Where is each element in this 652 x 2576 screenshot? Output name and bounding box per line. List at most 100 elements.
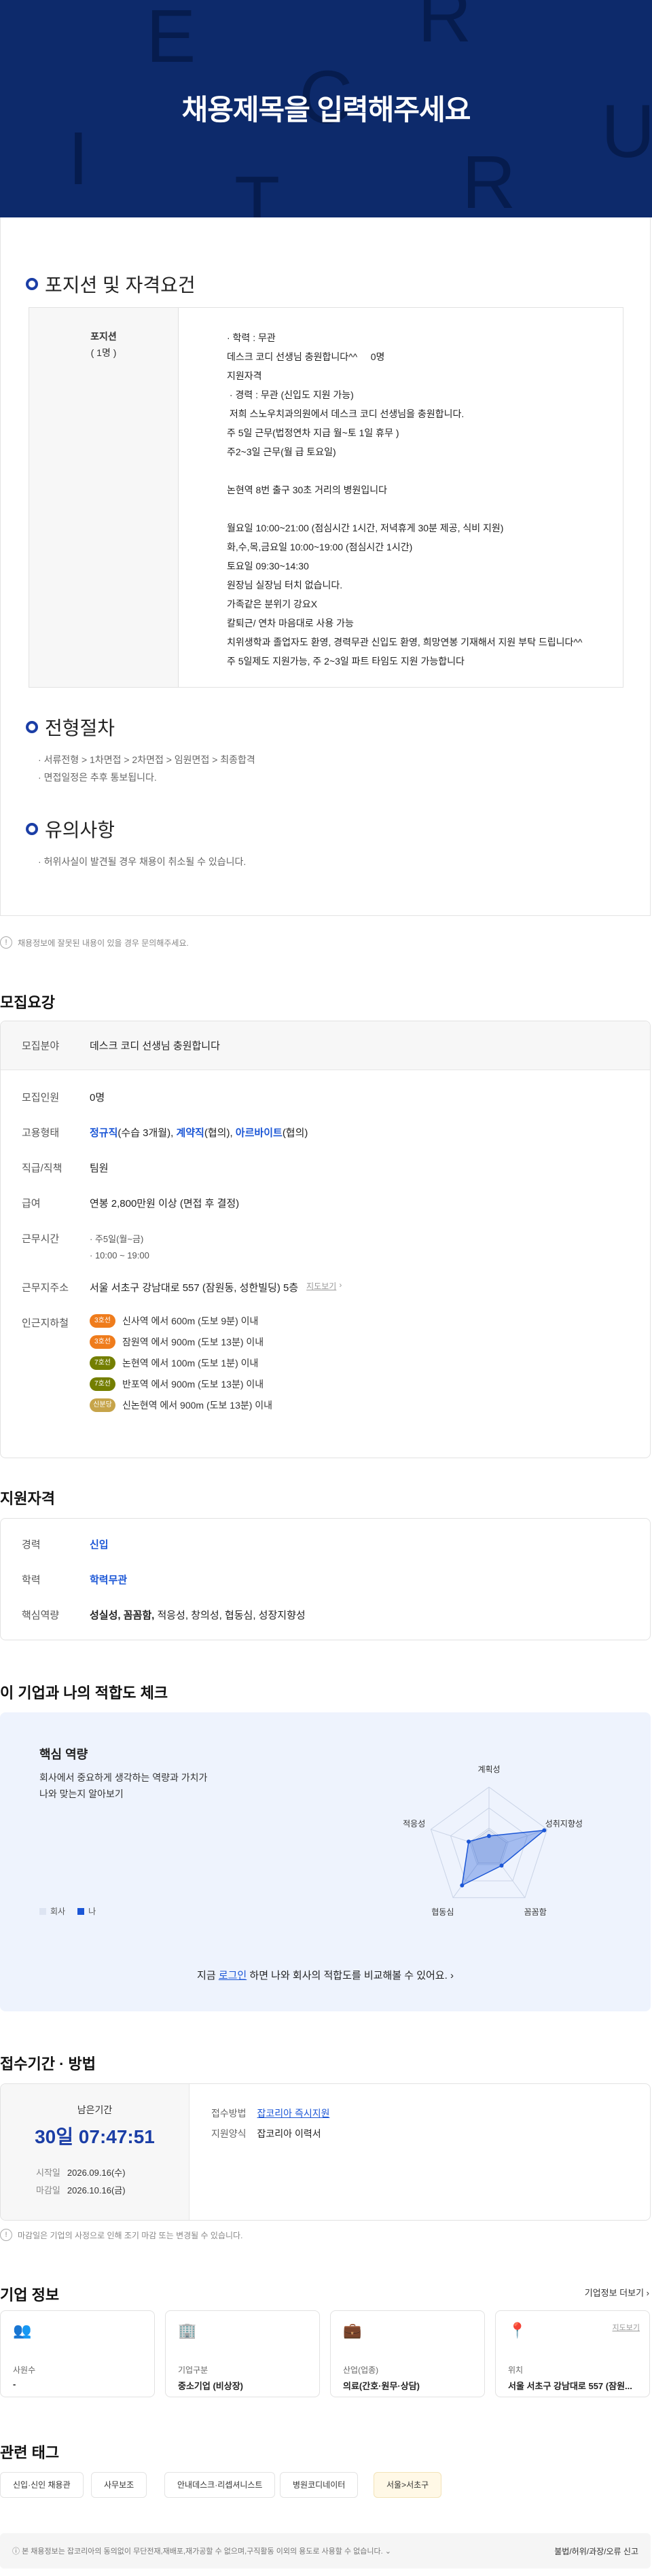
tag-chip[interactable]: 사무보조 (91, 2472, 147, 2498)
fit-box: 핵심 역량 회사에서 중요하게 생각하는 역량과 가치가 나와 맞는지 알아보기 … (0, 1712, 651, 2011)
company-card-label: 위치 (508, 2365, 524, 2375)
subway-station: 7호선 반포역 에서 900m (도보 13분) 이내 (90, 1377, 264, 1391)
tag-chip[interactable]: 안내데스크·리셉셔니스트 (164, 2472, 276, 2498)
company-more-text: 기업정보 더보기 (584, 2288, 645, 2298)
subway-line-badge: 신분당 (90, 1398, 115, 1412)
method-link[interactable]: 잡코리아 즉시지원 (257, 2108, 330, 2119)
recruit-type: 고용형태 정규직(수습 3개월), 계약직(협의), 아르바이트(협의) (22, 1125, 308, 1140)
label: 학력 (22, 1574, 41, 1586)
company-card: 👥 사원수 - (0, 2310, 155, 2397)
radar-point-me (542, 1828, 547, 1833)
form-label: 지원양식 (211, 2128, 247, 2139)
qual-edu: 학력 학력무관 (22, 1572, 127, 1587)
page-title: 채용제목을 입력해주세요 (181, 94, 471, 126)
hero-bg-letter: R (462, 141, 516, 217)
radar-axis-label: 성취지향성 (545, 1819, 583, 1829)
value: 학력무관 (90, 1574, 128, 1586)
apply-note: ! 마감일은 기업의 사정으로 인해 조기 마감 또는 변경될 수 있습니다. (0, 2229, 242, 2241)
hero-bg-letter: I (68, 117, 89, 200)
info-icon: ! (0, 936, 12, 949)
company-more-link[interactable]: 기업정보 더보기 › (585, 2286, 649, 2299)
type-note: (협의), (204, 1127, 236, 1139)
radar-point-me (467, 1839, 471, 1844)
company-card-label: 사원수 (13, 2365, 36, 2375)
building-icon: 🏢 (178, 2322, 197, 2339)
company-card: 💼 산업(업종) 의료(간호·원무·상담) (330, 2310, 485, 2397)
label: 고용형태 (22, 1127, 60, 1139)
chevron-right-icon: › (450, 1970, 454, 1981)
hero-banner: E R C U I T R 채용제목을 입력해주세요 (0, 0, 652, 217)
process-note-text: 면접일정은 추후 통보됩니다. (43, 772, 157, 783)
fit-desc: 회사에서 중요하게 생각하는 역량과 가치가 나와 맞는지 알아보기 (39, 1769, 207, 1802)
remain-label: 남은기간 (77, 2104, 113, 2115)
recruit-title: 모집요강 (0, 994, 55, 1011)
map-link[interactable]: 지도보기 (613, 2322, 640, 2333)
qual-skill: 핵심역량 성실성, 꼼꼼함, 적응성, 창의성, 협동심, 성장지향성 (22, 1608, 306, 1622)
tag-chip[interactable]: 서울>서초구 (374, 2472, 442, 2498)
legend-company: 회사 (50, 1907, 66, 1916)
section-title: 전형절차 (45, 718, 115, 739)
cta-post: 하면 나와 회사의 적합도를 비교해볼 수 있어요. (247, 1970, 448, 1981)
radar-point-me (499, 1863, 504, 1868)
bullet-icon (26, 721, 38, 733)
subway-station-text: 신논현역 에서 900m (도보 13분) 이내 (122, 1400, 273, 1411)
location-icon: 📍 (508, 2322, 527, 2339)
type-fulltime: 정규직 (90, 1127, 118, 1139)
label: 모집인원 (22, 1092, 60, 1104)
section-heading-process: 전형절차 (26, 713, 115, 741)
chevron-right-icon: › (339, 1280, 342, 1290)
cta-pre: 지금 (197, 1970, 219, 1981)
section-heading-caution: 유의사항 (26, 815, 115, 843)
login-link[interactable]: 로그인 (219, 1970, 247, 1981)
process-steps-text: 서류전형 > 1차면접 > 2차면접 > 임원면접 > 최종합격 (43, 754, 255, 765)
hero-bg-letter: E (146, 0, 196, 78)
report-note-text[interactable]: 채용정보에 잘못된 내용이 있을 경우 문의해주세요. (18, 937, 189, 949)
caution-text: · 허위사실이 발견될 경우 채용이 취소될 수 있습니다. (38, 856, 247, 867)
label: 직급/직책 (22, 1163, 62, 1174)
value: 연봉 2,800만원 이상 (면접 후 결정) (90, 1198, 240, 1210)
tag-chip[interactable]: 병원코디네이터 (280, 2472, 359, 2498)
radar-point-me (460, 1883, 465, 1888)
radar-axis-label: 계획성 (477, 1765, 500, 1774)
subway-station: 신분당 신논현역 에서 900m (도보 13분) 이내 (90, 1398, 272, 1412)
info-icon: ! (0, 2229, 12, 2241)
report-link[interactable]: 불법/허위/과장/오류 신고 (554, 2545, 638, 2557)
fit-desc-line: 나와 맞는지 알아보기 (39, 1788, 124, 1799)
fit-title: 이 기업과 나의 적합도 체크 (0, 1684, 168, 1701)
remain-value: 30일 07:47:51 (35, 2126, 155, 2147)
position-count: ( 1명 ) (90, 347, 117, 358)
subway-station: 7호선 논현역 에서 100m (도보 1분) 이내 (90, 1356, 258, 1370)
position-header: 포지션 ( 1명 ) (29, 308, 179, 687)
subway-station-text: 논현역 에서 100m (도보 1분) 이내 (122, 1358, 259, 1369)
fit-subtitle: 핵심 역량 (39, 1748, 88, 1761)
label: 모집분야 (22, 1040, 60, 1052)
position-name: 포지션 (90, 331, 117, 342)
subway-station-text: 반포역 에서 900m (도보 13분) 이내 (122, 1379, 264, 1390)
form-value: 잡코리아 이력서 (257, 2128, 321, 2139)
skill-bold: 성실성, 꼼꼼함, (90, 1610, 155, 1621)
tag-chip[interactable]: 신입·신인 채용관 (0, 2472, 84, 2498)
radar-axis-label: 협동심 (431, 1907, 454, 1917)
legend-swatch-company (39, 1907, 46, 1915)
apply-box: 남은기간 30일 07:47:51 시작일 2026.09.16(수) 마감일 20… (0, 2083, 651, 2221)
legend-swatch-me (77, 1907, 85, 1915)
subway-line-badge: 7호선 (90, 1377, 115, 1391)
value: 팀원 (90, 1163, 109, 1174)
value: 신입 (90, 1539, 109, 1551)
fit-legend: 회사 나 (39, 1905, 96, 1917)
company-card: 🏢 기업구분 중소기업 (비상장) (165, 2310, 320, 2397)
radar-point-me (487, 1834, 491, 1838)
section-title: 유의사항 (45, 819, 115, 841)
footer-notice: ⓘ 본 채용정보는 잡코리아의 동의없이 무단전재,재배포,재가공할 수 없으며… (12, 2547, 391, 2556)
label: 경력 (22, 1539, 41, 1551)
type-contract: 계약직 (176, 1127, 204, 1139)
recruit-count: 모집인원 0명 (22, 1090, 105, 1104)
company-title: 기업 정보 (0, 2287, 60, 2304)
time-days: 주5일(월~금) (94, 1234, 144, 1244)
section-heading-position: 포지션 및 자격요건 (26, 270, 196, 298)
hero-bg-letter: T (234, 161, 280, 217)
company-card-label: 산업(업종) (343, 2365, 379, 2375)
people-icon: 👥 (13, 2322, 32, 2339)
recruit-field: 모집분야 데스크 코디 선생님 충원합니다 (22, 1038, 220, 1053)
map-link[interactable]: 지도보기 (306, 1280, 336, 1294)
